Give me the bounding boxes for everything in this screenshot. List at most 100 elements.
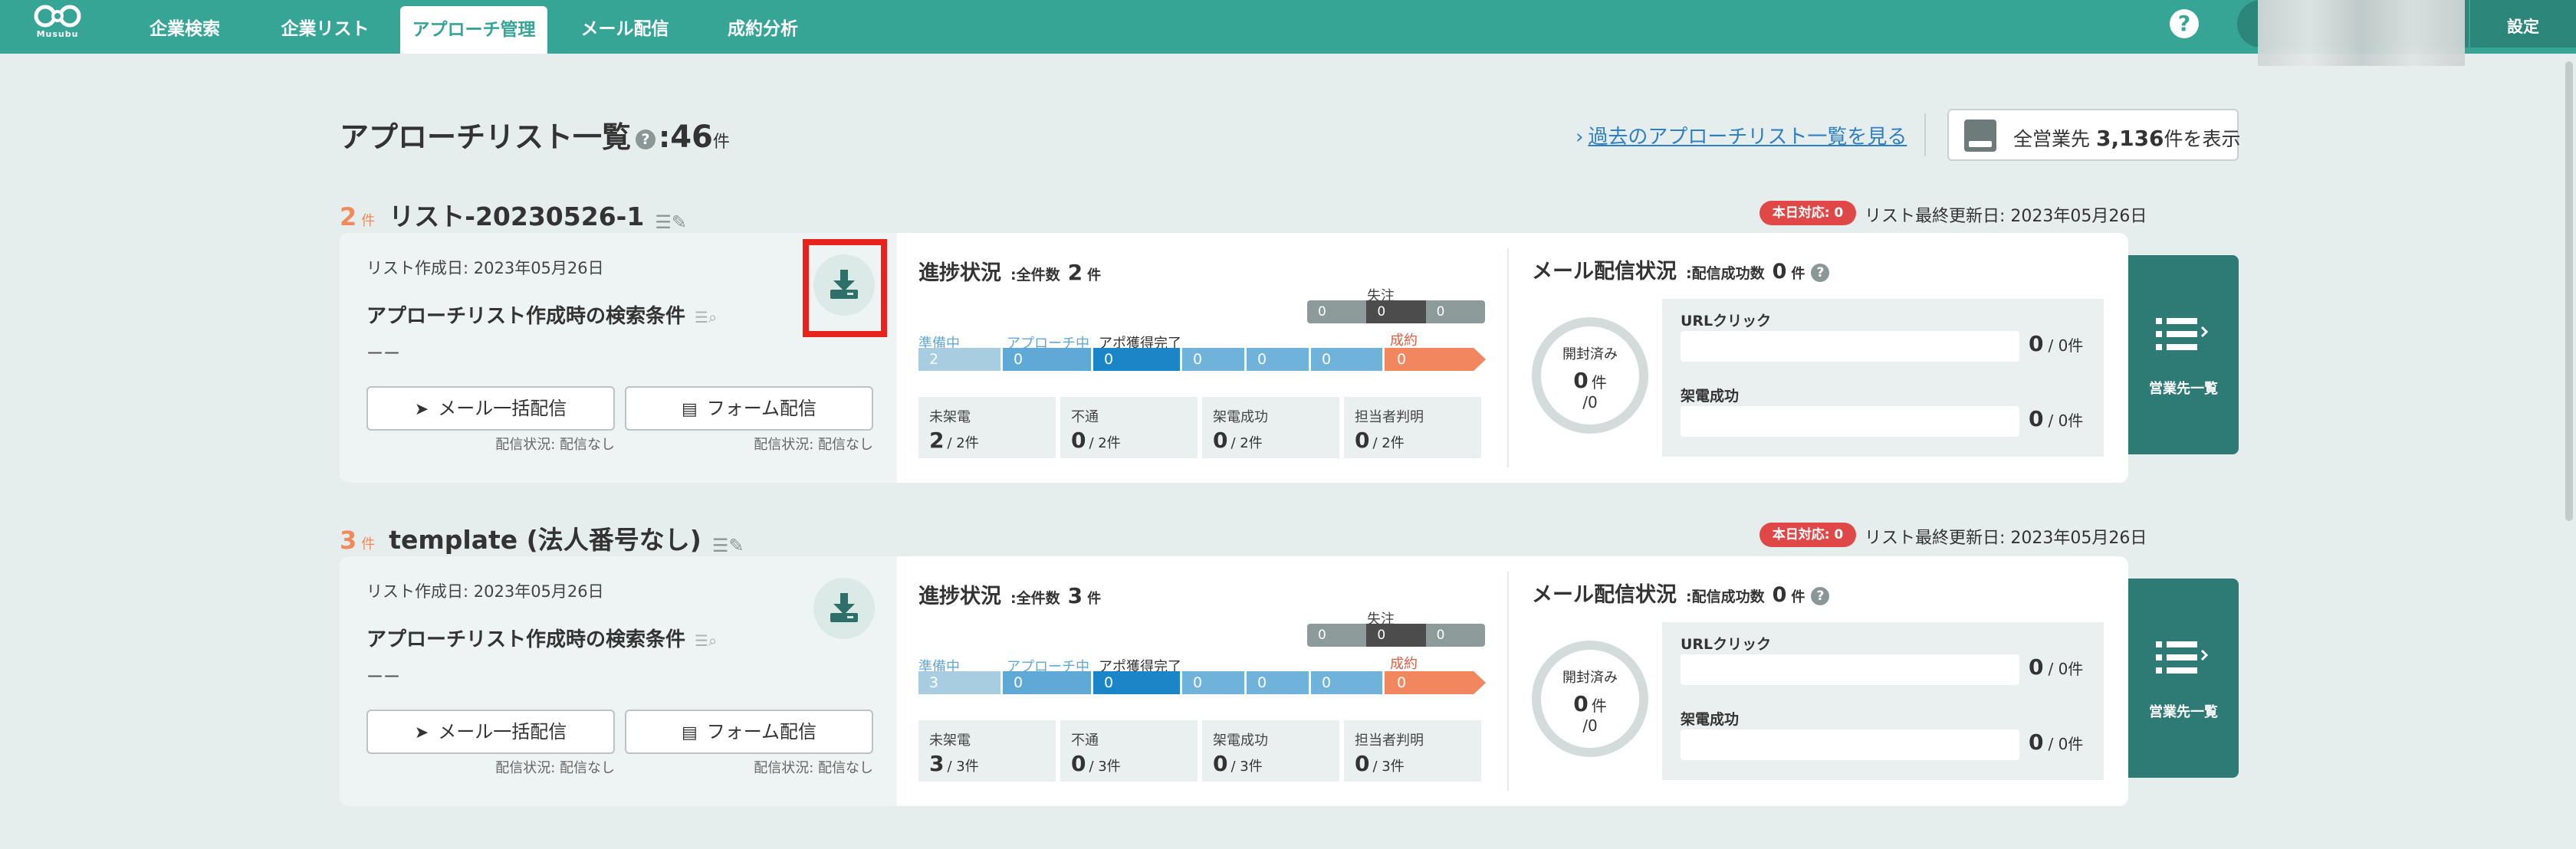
nav-mail-delivery[interactable]: メール配信 (567, 0, 682, 54)
download-button[interactable] (813, 578, 875, 639)
list-name: リスト-20230526-1 (389, 202, 645, 231)
lost-segment: 0 (1425, 300, 1485, 323)
list-count-unit: 件 (361, 213, 376, 229)
mail-unit: 件 (1791, 266, 1806, 282)
stat-value-row: 0/ 3件 (1071, 751, 1121, 776)
url-click-count: 0 (2029, 654, 2044, 680)
bulk-mail-button[interactable]: ➤ メール一括配信 (366, 710, 615, 754)
stat-label: 架電成功 (1213, 733, 1268, 749)
progress-title: 進捗状況:全件数 2 件 (918, 256, 1101, 286)
mail-title-text: メール配信状況 (1532, 583, 1677, 607)
prospect-list-button[interactable]: 営業先一覧 (2128, 579, 2239, 778)
stage-segment-apo: 0 (1093, 348, 1182, 371)
search-conditions-value: ーー (366, 345, 401, 364)
past-lists-link-label: 過去のアプローチリスト一覧を見る (1588, 126, 1907, 149)
edit-list-icon[interactable]: ☰✎ (655, 211, 687, 233)
bulk-mail-button[interactable]: ➤ メール一括配信 (366, 386, 615, 431)
stat-value: 0 (1071, 428, 1086, 453)
call-success-value: 0/ 0件 (2029, 406, 2083, 431)
help-icon[interactable]: ? (1811, 263, 1830, 282)
stat-uncalled: 未架電 3/ 3件 (918, 720, 1056, 782)
stat-value: 0 (1213, 751, 1228, 776)
page-scrollbar[interactable] (2565, 61, 2573, 521)
stat-value-row: 0/ 3件 (1355, 751, 1405, 776)
lost-segment: 0 (1307, 624, 1367, 647)
send-icon: ➤ (414, 723, 429, 742)
progress-total: 2 (1067, 260, 1083, 285)
stat-value: 0 (1355, 428, 1370, 453)
opened-denominator: /0 (1582, 716, 1598, 735)
progress-bar: 2 0 0 0 0 0 (918, 348, 1385, 371)
stat-total: / 3件 (1230, 759, 1263, 775)
form-delivery-button[interactable]: ▤ フォーム配信 (625, 710, 873, 754)
progress-title-text: 進捗状況 (918, 261, 1001, 285)
list-name: template (法人番号なし) (389, 525, 702, 555)
form-delivery-button[interactable]: ▤ フォーム配信 (625, 386, 873, 431)
opened-value: 0 (1573, 368, 1589, 393)
stage-segment-prep: 2 (918, 348, 1003, 371)
stat-call-success: 架電成功 0/ 2件 (1202, 397, 1339, 458)
show-all-prospects-button[interactable]: 全営業先 3,136件を表示 (1947, 109, 2241, 161)
mail-success-count: 0 (1772, 260, 1787, 284)
musubu-logo[interactable]: Musubu (29, 5, 86, 49)
mail-status-title: メール配信状況:配信成功数 0 件? (1532, 254, 1830, 284)
download-icon (830, 593, 858, 622)
mail-metrics-panel: URLクリック 0/ 0件 架電成功 0/ 0件 (1662, 299, 2104, 457)
stat-value-row: 3/ 3件 (929, 751, 979, 776)
search-conditions-label: アプローチリスト作成時の検索条件 (366, 305, 686, 328)
stat-total: / 3件 (1089, 759, 1121, 775)
top-nav: Musubu 企業検索 企業リスト アプローチ管理 メール配信 成約分析 ? 設… (0, 0, 2576, 54)
stat-value: 3 (929, 751, 945, 776)
send-icon: ➤ (414, 400, 429, 419)
help-icon[interactable]: ? (636, 129, 656, 149)
stage-segment: 0 (1247, 671, 1311, 694)
call-success-value: 0/ 0件 (2029, 729, 2083, 755)
nav-company-list[interactable]: 企業リスト (270, 0, 380, 54)
progress-total: 3 (1067, 583, 1083, 608)
nav-approach-management[interactable]: アプローチ管理 (400, 6, 547, 54)
section-divider (1507, 248, 1509, 467)
bulk-mail-label: メール一括配信 (438, 721, 567, 742)
lost-bar: 0 0 0 (1307, 300, 1485, 323)
stat-value-row: 0/ 2件 (1355, 428, 1405, 453)
opened-unit: 件 (1591, 373, 1607, 392)
call-success-label: 架電成功 (1681, 388, 1740, 405)
url-click-label: URLクリック (1681, 636, 1772, 653)
url-click-count: 0 (2029, 331, 2044, 356)
progress-title: 進捗状況:全件数 3 件 (918, 579, 1101, 609)
settings-link[interactable]: 設定 (2469, 0, 2576, 54)
mail-metrics-panel: URLクリック 0/ 0件 架電成功 0/ 0件 (1662, 622, 2104, 780)
stage-segment: 0 (1182, 348, 1247, 371)
opened-unit: 件 (1591, 697, 1607, 715)
last-updated: リスト最終更新日: 2023年05月26日 (1865, 529, 2147, 548)
search-list-icon[interactable]: ☰⌕ (695, 308, 717, 326)
stat-label: 未架電 (929, 733, 971, 749)
nav-company-search[interactable]: 企業検索 (130, 0, 239, 54)
stat-label: 未架電 (929, 409, 971, 425)
help-icon[interactable]: ? (2170, 9, 2199, 38)
stat-unreachable: 不通 0/ 2件 (1060, 397, 1198, 458)
call-success-total: / 0件 (2048, 411, 2084, 430)
stage-segment: 0 (1247, 348, 1311, 371)
won-label: 成約 (1390, 333, 1418, 349)
edit-list-icon[interactable]: ☰✎ (712, 535, 744, 556)
stat-value: 2 (929, 428, 945, 453)
logo-mark-icon (34, 5, 81, 28)
user-name-blurred (2258, 0, 2465, 66)
stat-total-value: 3件 (1240, 759, 1263, 775)
page-title: アプローチリスト一覧?:46件 (340, 113, 730, 156)
prospect-list-button[interactable]: 営業先一覧 (2128, 255, 2239, 454)
created-date: リスト作成日: 2023年05月26日 (366, 582, 604, 601)
opened-value: 0 (1573, 691, 1589, 716)
list-header: 2 件リスト-20230526-1 ☰✎ (340, 196, 687, 233)
mail-status-title: メール配信状況:配信成功数 0 件? (1532, 578, 1830, 608)
today-badge: 本日対応: 0 (1760, 201, 1856, 225)
help-icon[interactable]: ? (1811, 586, 1830, 605)
search-list-icon[interactable]: ☰⌕ (695, 631, 717, 650)
call-success-count: 0 (2029, 406, 2044, 431)
document-icon: ▤ (681, 723, 698, 742)
nav-deal-analysis[interactable]: 成約分析 (705, 0, 820, 54)
past-lists-link[interactable]: › 過去のアプローチリスト一覧を見る (1576, 121, 1907, 149)
stat-total-value: 3件 (1382, 759, 1405, 775)
stat-label: 不通 (1071, 409, 1099, 425)
